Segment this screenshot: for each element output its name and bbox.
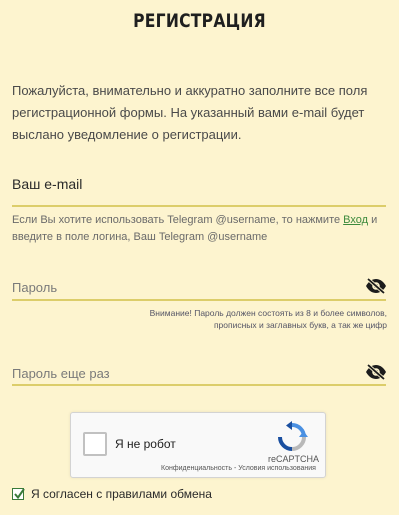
agreement-checkbox[interactable] [12,488,25,500]
recaptcha-label: Я не робот [115,437,176,451]
email-underline [12,205,386,207]
page-title: РЕГИСТРАЦИЯ [133,10,266,32]
hint-text-before: Если Вы хотите использовать Telegram @us… [12,214,344,226]
recaptcha-legal-links[interactable]: Конфиденциальность - Условия использован… [161,465,316,472]
password-underline [12,299,386,301]
email-field[interactable]: Ваш e-mail [12,176,82,192]
telegram-hint: Если Вы хотите использовать Telegram @us… [12,212,390,246]
password-field[interactable]: Пароль [12,280,57,295]
toggle-visibility-icon[interactable] [365,363,387,381]
password-warning: Внимание! Пароль должен состоять из 8 и … [149,308,387,330]
recaptcha-logo-icon [276,421,308,453]
toggle-visibility-icon[interactable] [365,277,387,295]
password-repeat-underline [12,384,386,386]
recaptcha-widget: Я не робот reCAPTCHA Конфиденциальность … [70,412,326,478]
password-repeat-field[interactable]: Пароль еще раз [12,366,110,381]
intro-text: Пожалуйста, внимательно и аккуратно запо… [12,83,368,142]
registration-page: РЕГИСТРАЦИЯ Пожалуйста, внимательно и ак… [0,0,399,515]
recaptcha-brand: reCAPTCHA [268,454,320,464]
agreement-row[interactable]: Я согласен с правилами обмена [12,487,212,501]
check-icon [14,488,25,500]
agreement-label: Я согласен с правилами обмена [31,487,212,501]
recaptcha-checkbox[interactable] [83,432,107,456]
login-link[interactable]: Вход [343,214,368,226]
